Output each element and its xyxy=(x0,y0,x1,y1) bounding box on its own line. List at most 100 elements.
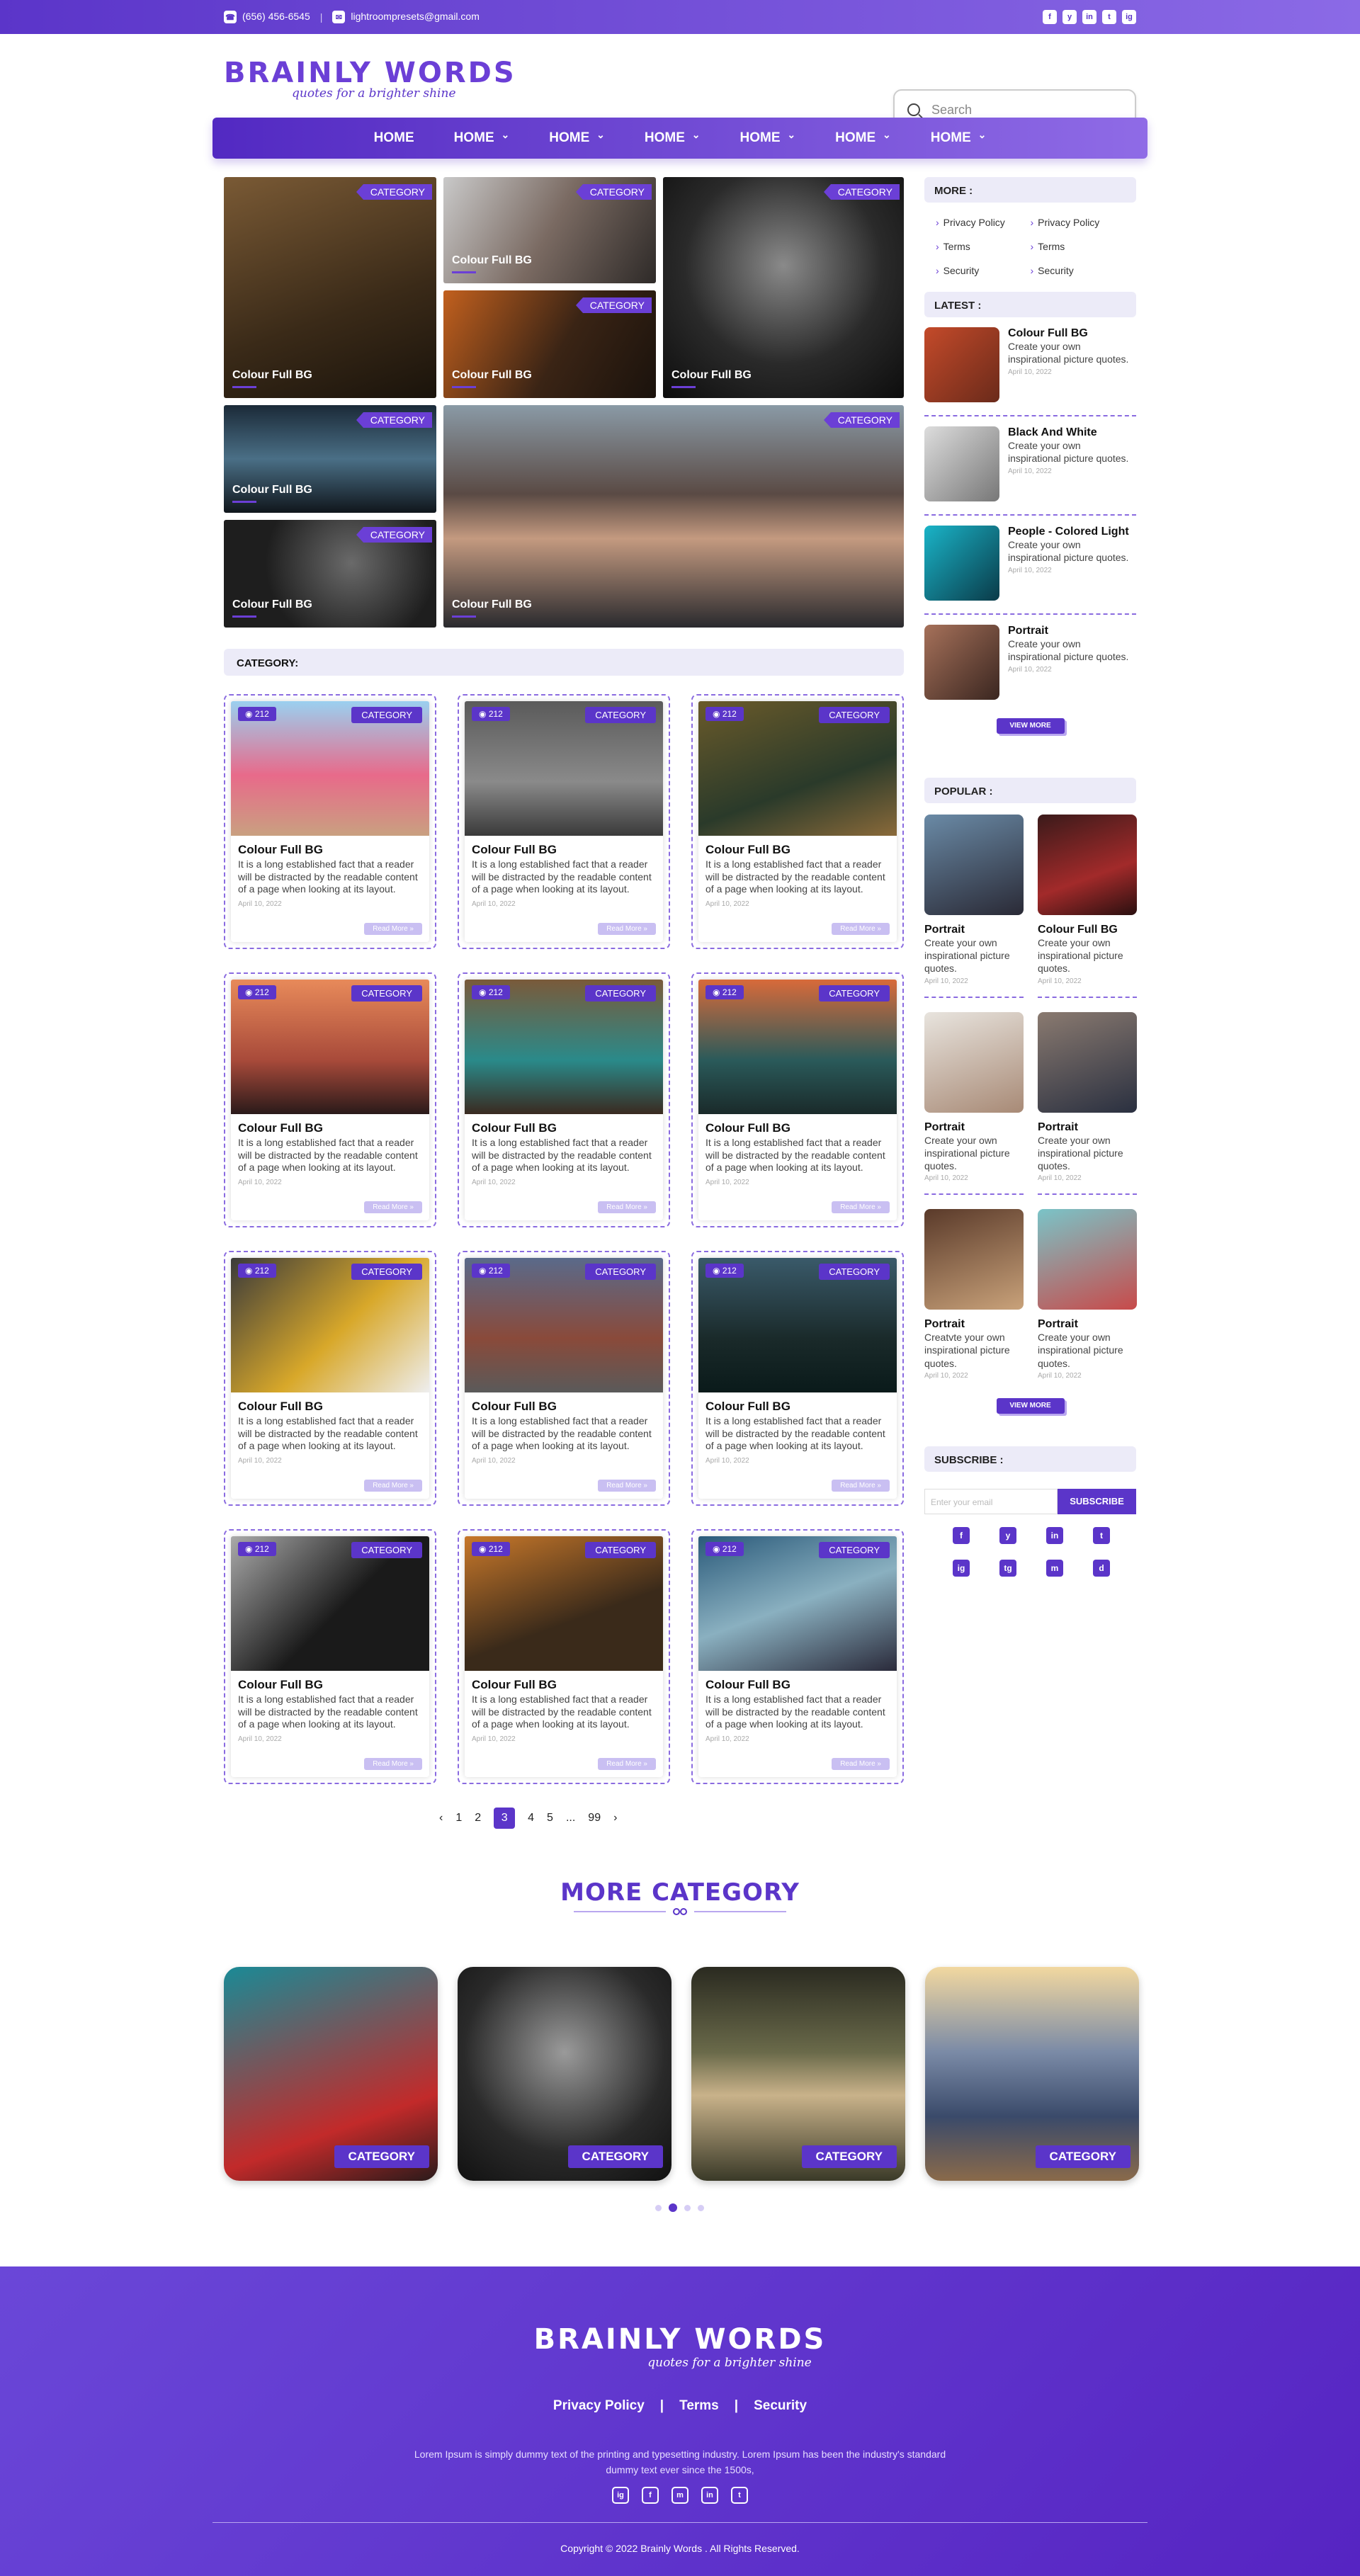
linkedin-icon[interactable]: in xyxy=(1082,10,1096,24)
prev-page-button[interactable]: ‹ xyxy=(439,1812,443,1825)
footer-logo[interactable]: BRAINLY WORDS xyxy=(0,2323,1360,2356)
post-image[interactable]: ◉ 212 CATEGORY xyxy=(465,1258,663,1392)
email-field[interactable]: Enter your email xyxy=(924,1489,1058,1514)
instagram-icon[interactable]: ig xyxy=(612,2486,629,2504)
twitter-icon[interactable]: t xyxy=(731,2486,748,2504)
post-card[interactable]: ◉ 212 CATEGORY Colour Full BG It is a long … xyxy=(224,1251,436,1506)
nav-item-home-dropdown[interactable]: HOME xyxy=(911,130,1007,146)
read-more-button[interactable]: Read More » xyxy=(832,1480,890,1492)
category-badge[interactable]: CATEGORY xyxy=(351,1264,422,1280)
latest-item[interactable]: Black And White Create your own inspirati… xyxy=(924,416,1136,516)
category-badge[interactable]: CATEGORY xyxy=(351,707,422,723)
post-card[interactable]: ◉ 212 CATEGORY Colour Full BG It is a long … xyxy=(224,972,436,1227)
post-image[interactable]: ◉ 212 CATEGORY xyxy=(231,1258,429,1392)
post-title[interactable]: Colour Full BG xyxy=(465,1671,663,1693)
category-badge[interactable]: CATEGORY xyxy=(819,707,890,723)
read-more-button[interactable]: Read More » xyxy=(598,923,656,935)
post-title[interactable]: Colour Full BG xyxy=(231,1392,429,1415)
category-badge[interactable]: CATEGORY xyxy=(823,412,900,428)
hero-tile[interactable]: CATEGORY Colour Full BG xyxy=(443,177,656,283)
instagram-icon[interactable]: ig xyxy=(1122,10,1136,24)
category-badge[interactable]: CATEGORY xyxy=(819,1264,890,1280)
read-more-button[interactable]: Read More » xyxy=(598,1201,656,1213)
more-category-card[interactable]: CATEGORY xyxy=(224,1967,438,2181)
popular-item[interactable]: Colour Full BG Create your own inspiratio… xyxy=(1038,815,1137,998)
post-title[interactable]: Colour Full BG xyxy=(698,836,897,858)
category-badge[interactable]: CATEGORY xyxy=(351,985,422,1002)
post-card[interactable]: ◉ 212 CATEGORY Colour Full BG It is a long … xyxy=(224,1529,436,1784)
post-card[interactable]: ◉ 212 CATEGORY Colour Full BG It is a long … xyxy=(691,1251,904,1506)
post-image[interactable]: ◉ 212 CATEGORY xyxy=(231,1536,429,1671)
logo[interactable]: BRAINLY WORDS quotes for a brighter shin… xyxy=(224,57,516,101)
post-image[interactable]: ◉ 212 CATEGORY xyxy=(465,701,663,836)
category-badge[interactable]: CATEGORY xyxy=(585,707,656,723)
category-badge[interactable]: CATEGORY xyxy=(575,184,652,200)
post-image[interactable]: ◉ 212 CATEGORY xyxy=(698,701,897,836)
post-title[interactable]: Colour Full BG xyxy=(231,836,429,858)
view-more-button[interactable]: VIEW MORE xyxy=(996,718,1065,734)
footer-link-privacy[interactable]: Privacy Policy xyxy=(553,2398,645,2414)
nav-item-home-dropdown[interactable]: HOME xyxy=(529,130,625,146)
page-link[interactable]: 4 xyxy=(528,1812,534,1825)
hero-tile[interactable]: CATEGORY Colour Full BG xyxy=(663,177,904,398)
linkedin-icon[interactable]: in xyxy=(701,2486,718,2504)
post-title[interactable]: Colour Full BG xyxy=(465,1114,663,1137)
read-more-button[interactable]: Read More » xyxy=(832,1201,890,1213)
popular-item[interactable]: Portrait Create your own inspirational pi… xyxy=(1038,1209,1137,1391)
popular-item[interactable]: Portrait Create your own inspirational pi… xyxy=(924,815,1024,998)
facebook-icon[interactable]: f xyxy=(1043,10,1057,24)
post-image[interactable]: ◉ 212 CATEGORY xyxy=(698,1258,897,1392)
latest-item[interactable]: People - Colored Light Create your own in… xyxy=(924,516,1136,615)
nav-item-home-dropdown[interactable]: HOME xyxy=(815,130,911,146)
post-image[interactable]: ◉ 212 CATEGORY xyxy=(698,980,897,1114)
post-title[interactable]: Colour Full BG xyxy=(231,1671,429,1693)
carousel-dot[interactable] xyxy=(698,2204,704,2211)
carousel-dot[interactable] xyxy=(684,2204,691,2211)
latest-item[interactable]: Portrait Create your own inspirational pi… xyxy=(924,615,1136,713)
read-more-button[interactable]: Read More » xyxy=(364,1201,422,1213)
category-badge[interactable]: CATEGORY xyxy=(567,2145,663,2168)
mail-icon[interactable]: m xyxy=(672,2486,688,2504)
category-badge[interactable]: CATEGORY xyxy=(819,985,890,1002)
nav-item-home-dropdown[interactable]: HOME xyxy=(434,130,530,146)
more-category-card[interactable]: CATEGORY xyxy=(925,1967,1139,2181)
post-card[interactable]: ◉ 212 CATEGORY Colour Full BG It is a long … xyxy=(224,694,436,949)
nav-item-home-dropdown[interactable]: HOME xyxy=(625,130,720,146)
more-category-card[interactable]: CATEGORY xyxy=(691,1967,905,2181)
post-image[interactable]: ◉ 212 CATEGORY xyxy=(231,980,429,1114)
post-card[interactable]: ◉ 212 CATEGORY Colour Full BG It is a long … xyxy=(691,972,904,1227)
view-more-button[interactable]: VIEW MORE xyxy=(996,1397,1065,1414)
post-title[interactable]: Colour Full BG xyxy=(231,1114,429,1137)
link-privacy-policy[interactable]: Privacy Policy xyxy=(936,217,1031,228)
page-link[interactable]: 1 xyxy=(455,1812,462,1825)
read-more-button[interactable]: Read More » xyxy=(364,1758,422,1770)
popular-item[interactable]: Portrait Create your own inspirational pi… xyxy=(1038,1011,1137,1196)
category-badge[interactable]: CATEGORY xyxy=(823,184,900,200)
category-badge[interactable]: CATEGORY xyxy=(585,1542,656,1558)
post-card[interactable]: ◉ 212 CATEGORY Colour Full BG It is a long … xyxy=(458,1529,670,1784)
post-title[interactable]: Colour Full BG xyxy=(698,1392,897,1415)
read-more-button[interactable]: Read More » xyxy=(364,923,422,935)
hero-tile[interactable]: CATEGORY Colour Full BG xyxy=(443,405,904,628)
hero-tile[interactable]: CATEGORY Colour Full BG xyxy=(443,290,656,398)
popular-item[interactable]: Portrait Creatvte your own inspirational … xyxy=(924,1209,1024,1391)
page-link[interactable]: 2 xyxy=(475,1812,481,1825)
post-image[interactable]: ◉ 212 CATEGORY xyxy=(465,980,663,1114)
post-card[interactable]: ◉ 212 CATEGORY Colour Full BG It is a long … xyxy=(458,972,670,1227)
link-security[interactable]: Security xyxy=(936,265,1031,276)
category-badge[interactable]: CATEGORY xyxy=(334,2145,429,2168)
post-card[interactable]: ◉ 212 CATEGORY Colour Full BG It is a long … xyxy=(691,1529,904,1784)
telegram-icon[interactable]: tg xyxy=(999,1560,1016,1577)
page-link[interactable]: 99 xyxy=(588,1812,601,1825)
page-link-active[interactable]: 3 xyxy=(494,1808,516,1829)
page-link[interactable]: 5 xyxy=(547,1812,553,1825)
post-card[interactable]: ◉ 212 CATEGORY Colour Full BG It is a long … xyxy=(458,694,670,949)
instagram-icon[interactable]: ig xyxy=(953,1560,970,1577)
category-badge[interactable]: CATEGORY xyxy=(585,1264,656,1280)
category-badge[interactable]: CATEGORY xyxy=(819,1542,890,1558)
facebook-icon[interactable]: f xyxy=(953,1527,970,1544)
nav-item-home[interactable]: HOME xyxy=(354,130,434,146)
link-terms[interactable]: Terms xyxy=(1031,241,1126,252)
nav-item-home-dropdown[interactable]: HOME xyxy=(720,130,816,146)
post-image[interactable]: ◉ 212 CATEGORY xyxy=(231,701,429,836)
